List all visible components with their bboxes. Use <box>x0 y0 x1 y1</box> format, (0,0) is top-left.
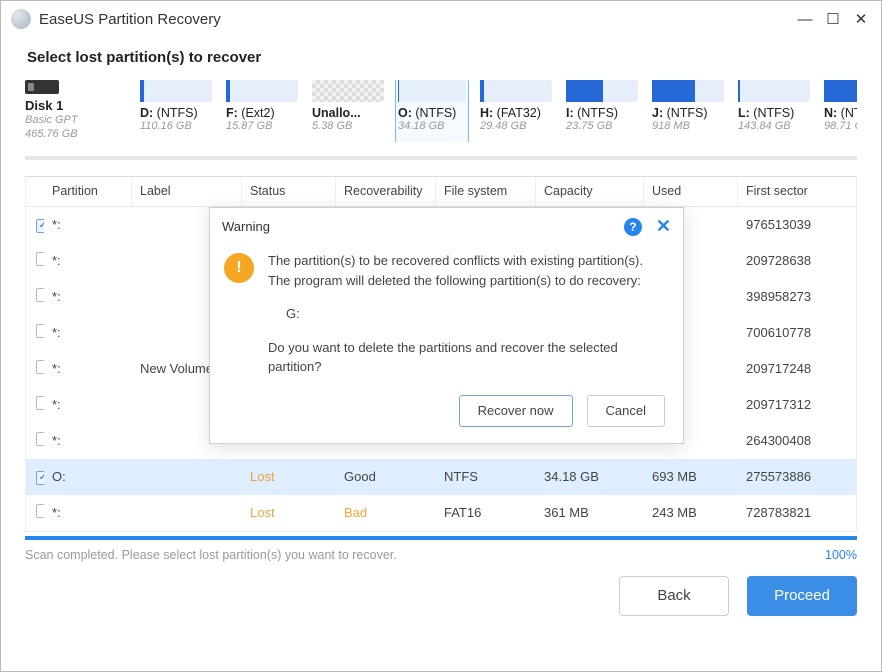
partition-block[interactable]: N: (NTF98.71 G <box>824 80 857 142</box>
partition-blocks: D: (NTFS)110.16 GBF: (Ext2)15.87 GBUnall… <box>140 80 857 142</box>
dialog-title: Warning <box>222 219 624 234</box>
row-checkbox[interactable] <box>36 360 44 374</box>
help-icon[interactable]: ? <box>624 218 642 236</box>
dialog-drives: G: <box>268 304 665 324</box>
proceed-button[interactable]: Proceed <box>747 576 857 616</box>
row-checkbox[interactable]: ✓ <box>36 471 44 485</box>
table-row[interactable]: *:LostBadFAT16361 MB243 MB728783821 <box>26 495 856 531</box>
warning-dialog: Warning ? ✕ ! The partition(s) to be rec… <box>209 207 684 444</box>
dialog-footer: Recover now Cancel <box>210 385 683 443</box>
column-header[interactable]: File system <box>436 177 536 206</box>
table-header: PartitionLabelStatusRecoverabilityFile s… <box>26 177 856 207</box>
column-header[interactable]: Status <box>242 177 336 206</box>
status-line: Scan completed. Please select lost parti… <box>25 548 857 562</box>
progress-bar <box>25 536 857 540</box>
recover-now-button[interactable]: Recover now <box>459 395 573 427</box>
close-button[interactable]: ✕ <box>847 5 875 33</box>
app-icon <box>11 9 31 29</box>
row-checkbox[interactable] <box>36 252 44 266</box>
column-header[interactable]: Recoverability <box>336 177 436 206</box>
status-text: Scan completed. Please select lost parti… <box>25 548 397 562</box>
column-header[interactable]: First sector <box>738 177 856 206</box>
disk-overview: Disk 1 Basic GPT 465.76 GB D: (NTFS)110.… <box>25 80 857 160</box>
progress-percent: 100% <box>825 548 857 562</box>
page-title: Select lost partition(s) to recover <box>27 49 857 66</box>
partition-block[interactable]: F: (Ext2)15.87 GB <box>226 80 298 142</box>
disk-scheme: Basic GPT <box>25 113 120 127</box>
partition-block[interactable]: J: (NTFS)918 MB <box>652 80 724 142</box>
minimize-button[interactable]: — <box>791 5 819 33</box>
column-header[interactable]: Label <box>132 177 242 206</box>
dialog-line1: The partition(s) to be recovered conflic… <box>268 251 665 290</box>
disk-name: Disk 1 <box>25 98 120 113</box>
partition-block[interactable]: L: (NTFS)143.84 GB <box>738 80 810 142</box>
partition-block[interactable]: H: (FAT32)29.48 GB <box>480 80 552 142</box>
row-checkbox[interactable] <box>36 432 44 446</box>
column-header[interactable]: Used <box>644 177 738 206</box>
title-bar: EaseUS Partition Recovery — ☐ ✕ <box>1 1 881 37</box>
maximize-button[interactable]: ☐ <box>819 5 847 33</box>
disk-info: Disk 1 Basic GPT 465.76 GB <box>25 80 120 142</box>
dialog-close-button[interactable]: ✕ <box>656 216 671 237</box>
row-checkbox[interactable] <box>36 504 44 518</box>
column-header[interactable]: Capacity <box>536 177 644 206</box>
back-button[interactable]: Back <box>619 576 729 616</box>
dialog-line2: Do you want to delete the partitions and… <box>268 338 665 377</box>
partition-block[interactable]: I: (NTFS)23.75 GB <box>566 80 638 142</box>
cancel-button[interactable]: Cancel <box>587 395 665 427</box>
row-checkbox[interactable] <box>36 396 44 410</box>
column-header[interactable]: Partition <box>44 177 132 206</box>
warning-icon: ! <box>224 253 254 283</box>
disk-size: 465.76 GB <box>25 127 120 141</box>
row-checkbox[interactable] <box>36 288 44 302</box>
table-row[interactable]: ✓O:LostGoodNTFS34.18 GB693 MB275573886 <box>26 459 856 495</box>
partition-block[interactable]: Unallo... 5.38 GB <box>312 80 384 142</box>
partition-block[interactable]: D: (NTFS)110.16 GB <box>140 80 212 142</box>
partition-block[interactable]: O: (NTFS)34.18 GB <box>396 80 468 142</box>
row-checkbox[interactable]: ✓ <box>36 219 44 233</box>
footer: Back Proceed <box>1 576 881 634</box>
disk-icon <box>25 80 59 94</box>
dialog-header: Warning ? ✕ <box>210 208 683 245</box>
app-title: EaseUS Partition Recovery <box>39 11 791 28</box>
row-checkbox[interactable] <box>36 324 44 338</box>
dialog-message: The partition(s) to be recovered conflic… <box>268 251 665 377</box>
